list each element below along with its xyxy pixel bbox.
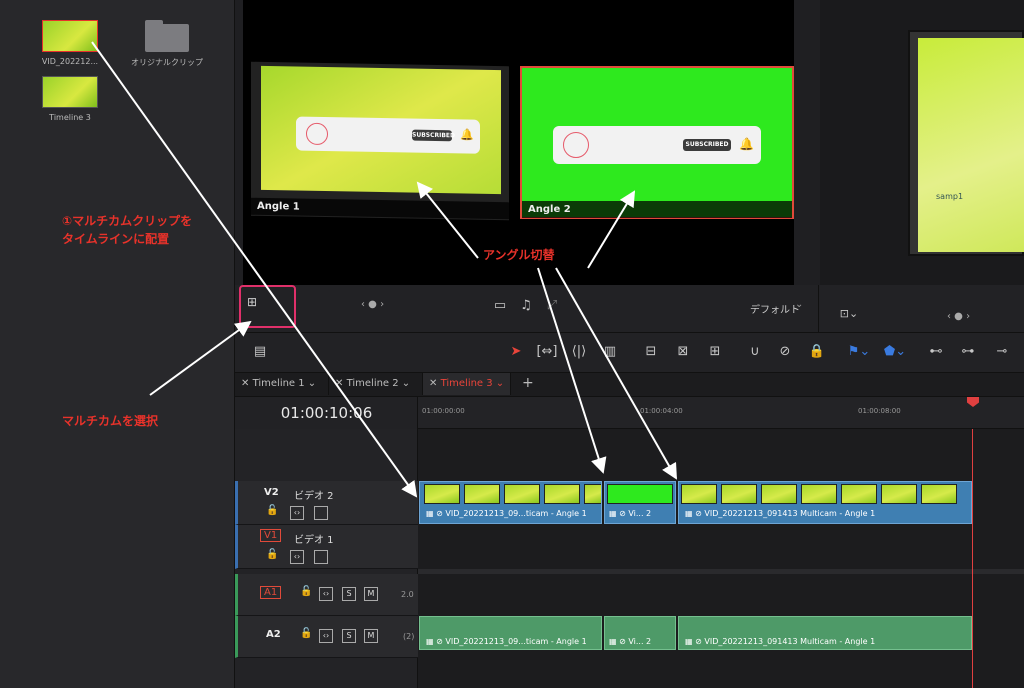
arrow-to-timeline <box>91 41 418 498</box>
arrow-to-clip-cut-1 <box>537 267 607 474</box>
arrow-to-angle2 <box>587 190 636 269</box>
arrow-to-clip-cut-2 <box>555 267 677 480</box>
annotation-arrows <box>91 41 677 498</box>
arrow-to-angle1 <box>416 181 479 259</box>
arrow-to-multicam-button <box>149 320 252 396</box>
